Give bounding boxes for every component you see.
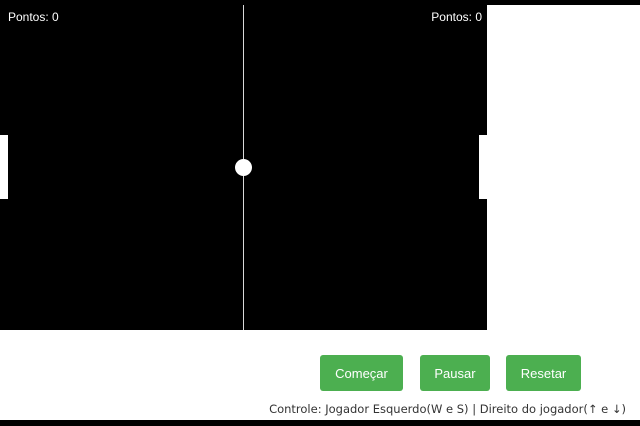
bottom-border — [0, 420, 640, 426]
reset-button[interactable]: Resetar — [506, 355, 581, 391]
pong-page: Pontos: 0 Pontos: 0 Começar Pausar Reset… — [0, 0, 640, 426]
ball — [235, 159, 252, 176]
start-button[interactable]: Começar — [320, 355, 403, 391]
pause-button[interactable]: Pausar — [420, 355, 490, 391]
game-canvas[interactable]: Pontos: 0 Pontos: 0 — [0, 5, 487, 330]
controls-hint: Controle: Jogador Esquerdo(W e S) | Dire… — [269, 402, 626, 416]
left-paddle — [0, 135, 8, 199]
right-player-score: Pontos: 0 — [431, 10, 482, 24]
left-player-score: Pontos: 0 — [8, 10, 59, 24]
right-paddle — [479, 135, 487, 199]
